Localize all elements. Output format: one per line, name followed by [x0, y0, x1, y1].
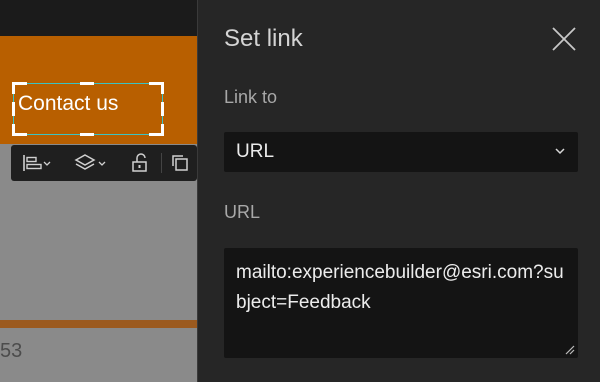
duplicate-button[interactable] — [165, 145, 195, 181]
resize-grip-icon[interactable] — [563, 343, 575, 355]
builder-canvas: 53 Contact us — [0, 0, 197, 382]
resize-handle[interactable] — [161, 82, 164, 94]
lock-button[interactable] — [125, 145, 155, 181]
duplicate-icon — [172, 155, 188, 171]
resize-handle[interactable] — [161, 102, 164, 116]
canvas-header-bar — [0, 0, 197, 36]
url-textarea[interactable]: mailto:experiencebuilder@esri.com?subjec… — [224, 248, 578, 358]
panel-title: Set link — [224, 25, 303, 52]
url-value[interactable]: mailto:experiencebuilder@esri.com?subjec… — [236, 258, 570, 318]
layers-icon — [74, 154, 106, 170]
url-label: URL — [224, 202, 261, 222]
resize-handle[interactable] — [12, 82, 15, 94]
unlock-icon — [132, 153, 147, 172]
link-to-select[interactable]: URL — [224, 132, 578, 172]
resize-handle[interactable] — [80, 133, 94, 136]
resize-handle[interactable] — [80, 82, 94, 85]
resize-handle[interactable] — [13, 82, 27, 85]
link-to-label: Link to — [224, 87, 278, 107]
link-to-value: URL — [236, 141, 275, 162]
close-icon — [552, 27, 576, 51]
toolbar-separator — [161, 153, 162, 173]
resize-handle[interactable] — [12, 124, 15, 136]
page-number-text: 53 — [0, 340, 23, 362]
align-icon — [23, 155, 51, 171]
align-button[interactable] — [17, 145, 57, 181]
set-link-panel: Set link Link to URL URL mailto:experien… — [197, 0, 600, 382]
resize-handle[interactable] — [12, 102, 15, 116]
widget-text[interactable]: Contact us — [18, 92, 118, 116]
layers-button[interactable] — [69, 145, 113, 181]
widget-toolbar — [11, 145, 197, 181]
selected-text-widget[interactable]: Contact us — [12, 82, 164, 136]
resize-handle[interactable] — [13, 133, 27, 136]
close-button[interactable] — [551, 26, 577, 52]
resize-handle[interactable] — [161, 124, 164, 136]
chevron-down-icon — [555, 148, 565, 155]
divider-strip — [0, 320, 197, 328]
